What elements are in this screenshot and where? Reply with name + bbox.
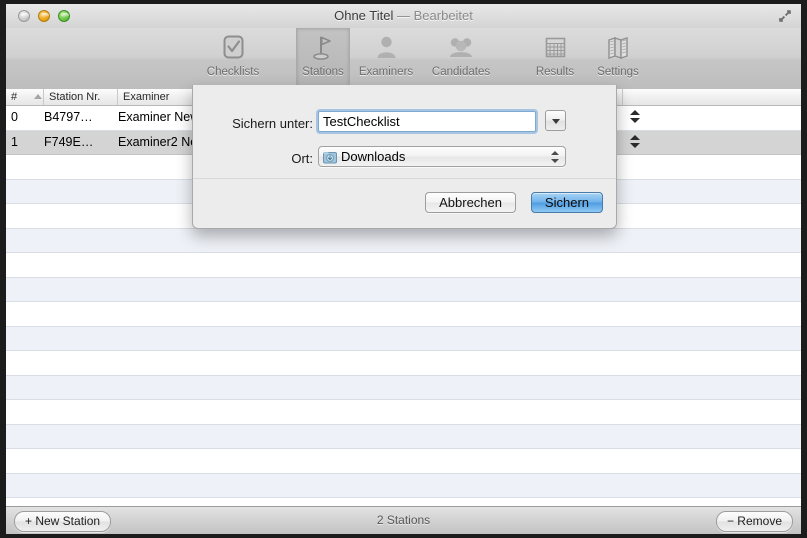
table-row-empty[interactable] bbox=[6, 326, 801, 351]
cancel-button[interactable]: Abbrechen bbox=[425, 192, 516, 213]
toolbar-item-checklists[interactable]: Checklists bbox=[194, 28, 272, 89]
column-header-extra-2[interactable] bbox=[623, 89, 801, 105]
flag-icon bbox=[297, 32, 349, 65]
expand-diagonal-icon[interactable] bbox=[776, 7, 794, 25]
table-row-empty[interactable] bbox=[6, 351, 801, 376]
popup-stepper-icon bbox=[551, 150, 560, 164]
cell-station: F749E… bbox=[44, 134, 94, 149]
table-row-empty[interactable] bbox=[6, 424, 801, 449]
save-as-input[interactable]: TestChecklist bbox=[318, 111, 536, 132]
table-row-empty[interactable] bbox=[6, 400, 801, 425]
remove-station-button[interactable]: − Remove bbox=[715, 511, 793, 532]
window-title-name: Ohne Titel bbox=[334, 8, 394, 23]
column-header-station[interactable]: Station Nr. bbox=[44, 89, 118, 105]
location-label: Ort: bbox=[291, 151, 313, 166]
table-row-empty[interactable] bbox=[6, 228, 801, 253]
toolbar-item-candidates[interactable]: Candidates bbox=[422, 28, 500, 89]
row-stepper[interactable] bbox=[630, 133, 641, 153]
bottom-toolbar: + New Station 2 Stations − Remove bbox=[6, 506, 801, 534]
cell-num: 0 bbox=[11, 110, 18, 124]
sort-ascending-icon bbox=[34, 94, 42, 99]
toolbar-item-results[interactable]: Results bbox=[524, 28, 586, 89]
table-row-empty[interactable] bbox=[6, 277, 801, 302]
toolbar-label-results: Results bbox=[535, 66, 575, 78]
toolbar-item-stations[interactable]: Stations bbox=[296, 28, 350, 89]
window-content: Ohne Titel — Bearbeitet Checklists Stati… bbox=[6, 4, 801, 534]
row-stepper[interactable] bbox=[630, 108, 641, 128]
save-sheet-dialog: Sichern unter: TestChecklist Ort: Downlo… bbox=[192, 85, 617, 229]
table-row-empty[interactable] bbox=[6, 375, 801, 400]
downloads-folder-icon bbox=[323, 150, 337, 164]
save-button[interactable]: Sichern bbox=[530, 192, 603, 213]
titlebar: Ohne Titel — Bearbeitet bbox=[6, 4, 801, 29]
table-row-empty[interactable] bbox=[6, 473, 801, 498]
window-title-state: Bearbeitet bbox=[413, 8, 473, 23]
toolbar-label-candidates: Candidates bbox=[431, 66, 491, 78]
toolbar-label-settings: Settings bbox=[597, 66, 639, 78]
cell-num: 1 bbox=[11, 134, 18, 149]
sheet-divider bbox=[193, 178, 616, 179]
toolbar-label-stations: Stations bbox=[302, 66, 344, 78]
grid-table-icon bbox=[524, 32, 586, 65]
table-row-empty[interactable] bbox=[6, 302, 801, 327]
toolbar: Checklists Stations Examiners Candidates… bbox=[6, 28, 801, 90]
table-row-empty[interactable] bbox=[6, 253, 801, 278]
application-window: Ohne Titel — Bearbeitet Checklists Stati… bbox=[0, 0, 807, 538]
location-value: Downloads bbox=[341, 149, 406, 164]
chevron-down-icon[interactable] bbox=[545, 110, 566, 131]
checklist-icon bbox=[194, 32, 272, 65]
window-title: Ohne Titel — Bearbeitet bbox=[6, 4, 801, 28]
toolbar-item-settings[interactable]: Settings bbox=[586, 28, 650, 89]
window-title-separator: — bbox=[397, 8, 410, 23]
table-row-empty[interactable] bbox=[6, 449, 801, 474]
people-icon bbox=[422, 32, 500, 65]
book-icon bbox=[586, 32, 650, 65]
person-icon bbox=[350, 32, 422, 65]
location-popup-button[interactable]: Downloads bbox=[318, 146, 566, 167]
save-as-label: Sichern unter: bbox=[232, 116, 313, 131]
sheet-top-fade bbox=[193, 85, 616, 97]
toolbar-label-examiners: Examiners bbox=[358, 66, 414, 78]
cell-station: B4797… bbox=[44, 110, 93, 124]
station-count-label: 2 Stations bbox=[376, 513, 431, 527]
toolbar-label-checklists: Checklists bbox=[206, 66, 260, 78]
toolbar-item-examiners[interactable]: Examiners bbox=[350, 28, 422, 89]
